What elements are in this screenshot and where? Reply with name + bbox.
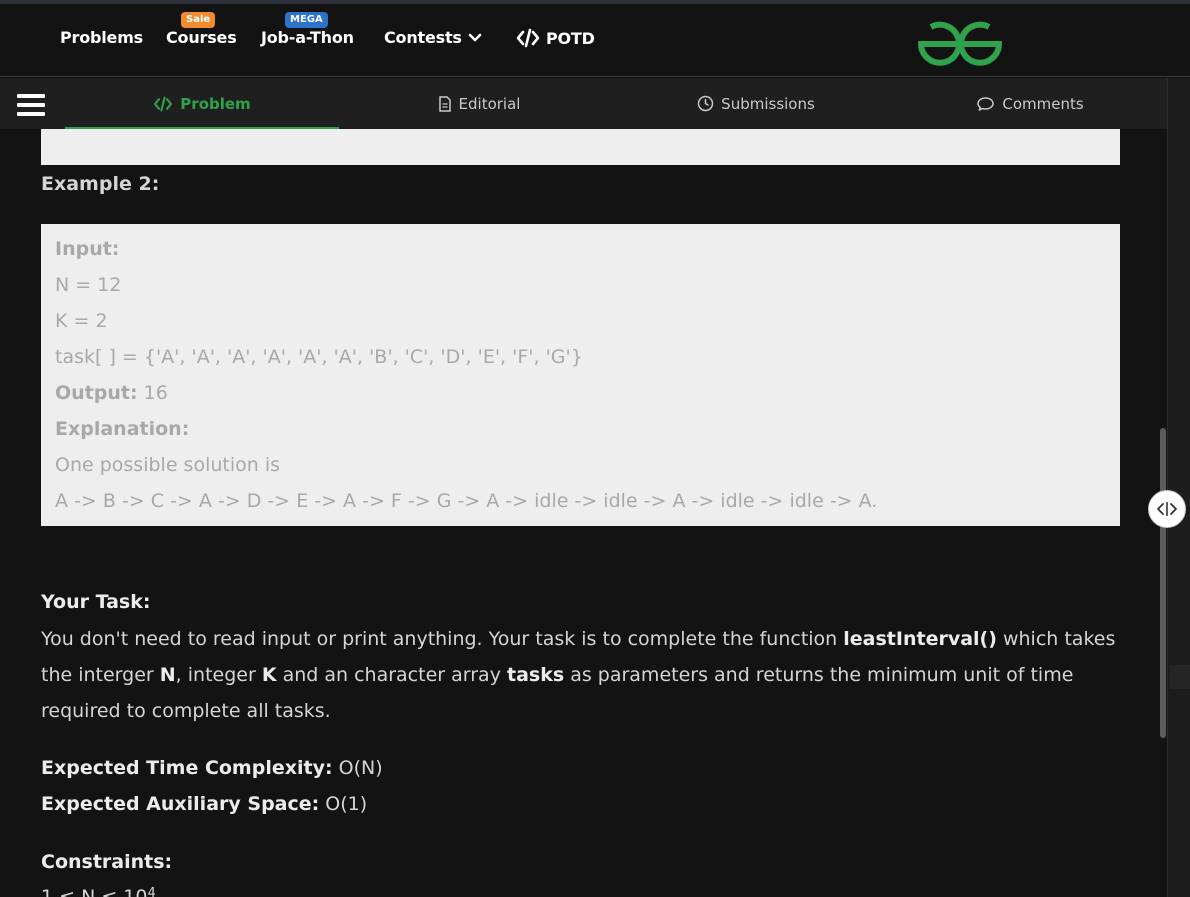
space-complexity: Expected Auxiliary Space: O(1)	[41, 786, 367, 822]
content-scrollbar[interactable]	[1160, 428, 1166, 738]
output-line: Output: 16	[55, 382, 1106, 418]
editor-panel-marker	[1170, 665, 1190, 689]
space-complexity-label: Expected Auxiliary Space:	[41, 793, 320, 815]
nav-problems[interactable]: Problems	[60, 28, 143, 47]
gfg-logo-icon[interactable]	[916, 21, 1004, 67]
param-n: N	[159, 664, 176, 686]
code-icon	[516, 28, 540, 48]
constraints-label: Constraints:	[41, 851, 173, 873]
task-text-1: You don't need to read input or print an…	[41, 628, 844, 650]
tab-problem[interactable]: Problem	[65, 78, 339, 129]
split-arrows-icon	[1157, 502, 1177, 516]
chevron-down-icon	[468, 33, 482, 41]
editor-panel-edge	[1167, 78, 1190, 897]
explanation-label: Explanation:	[55, 418, 190, 440]
nav-contests[interactable]: Contests	[384, 28, 482, 47]
panel-resize-handle[interactable]	[1148, 490, 1186, 528]
tab-submissions-label: Submissions	[721, 94, 815, 113]
nav-job-a-thon-label: Job-a-Thon	[261, 28, 354, 47]
time-complexity: Expected Time Complexity: O(N)	[41, 750, 383, 786]
document-icon	[438, 95, 451, 112]
param-tasks: tasks	[506, 664, 565, 686]
tab-editorial[interactable]: Editorial	[340, 78, 618, 129]
your-task-heading: Your Task:	[41, 584, 150, 620]
input-label: Input:	[55, 238, 120, 260]
function-name: leastInterval()	[843, 628, 997, 650]
mega-badge: MEGA	[285, 12, 328, 28]
example1-box	[41, 129, 1120, 165]
input-label-line: Input:	[55, 238, 1106, 274]
space-complexity-value: O(1)	[319, 793, 368, 815]
time-complexity-value: O(N)	[332, 757, 383, 779]
tab-problem-label: Problem	[180, 94, 251, 113]
example2-heading: Example 2:	[41, 173, 160, 195]
problem-content: Example 2: Input: N = 12 K = 2 task[ ] =…	[0, 129, 1167, 897]
nav-potd-label: POTD	[546, 28, 595, 48]
menu-icon[interactable]	[17, 94, 45, 116]
sale-badge: Sale	[181, 12, 216, 28]
constraints-heading: Constraints:	[41, 844, 172, 880]
task-text-3: , integer	[175, 664, 262, 686]
output-label: Output:	[55, 382, 138, 404]
explanation-label-line: Explanation:	[55, 418, 1106, 454]
n-value-line: N = 12	[55, 274, 122, 296]
tab-comments[interactable]: Comments	[893, 78, 1167, 129]
your-task-paragraph: You don't need to read input or print an…	[41, 621, 1121, 729]
top-navigation: Problems Sale Courses MEGA Job-a-Thon Co…	[0, 4, 1190, 77]
your-task-label: Your Task:	[41, 591, 151, 613]
k-value-line: K = 2	[55, 310, 108, 332]
code-icon	[154, 96, 173, 111]
task-array-line: task[ ] = {'A', 'A', 'A', 'A', 'A', 'A',…	[55, 346, 583, 368]
tab-submissions[interactable]: Submissions	[618, 78, 894, 129]
constraint-text: 1 ≤ N ≤ 10	[41, 886, 148, 897]
nav-potd[interactable]: POTD	[516, 28, 595, 48]
explanation-line-1: One possible solution is	[55, 454, 281, 476]
nav-courses-label: Courses	[166, 28, 237, 47]
constraint-line: 1 ≤ N ≤ 104	[41, 879, 156, 897]
tab-editorial-label: Editorial	[458, 94, 521, 113]
example2-box: Input: N = 12 K = 2 task[ ] = {'A', 'A',…	[41, 224, 1120, 526]
time-complexity-label: Expected Time Complexity:	[41, 757, 333, 779]
task-text-4: and an character array	[276, 664, 507, 686]
problem-tab-bar: Problem Editorial Submissions Comments	[0, 78, 1167, 129]
constraint-exponent: 4	[147, 886, 156, 897]
tab-comments-label: Comments	[1002, 94, 1084, 113]
comment-icon	[977, 96, 995, 111]
nav-courses[interactable]: Courses	[166, 28, 237, 47]
output-value: 16	[137, 382, 168, 404]
explanation-line-2: A -> B -> C -> A -> D -> E -> A -> F -> …	[55, 490, 878, 512]
nav-problems-label: Problems	[60, 28, 143, 47]
param-k: K	[261, 664, 277, 686]
nav-contests-label: Contests	[384, 28, 462, 47]
clock-icon	[697, 95, 714, 112]
nav-job-a-thon[interactable]: Job-a-Thon	[261, 28, 354, 47]
